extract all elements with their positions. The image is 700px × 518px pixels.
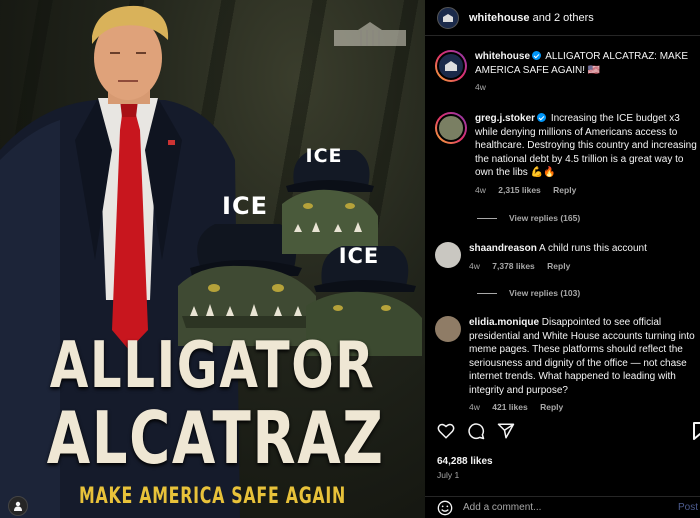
comment-item: greg.j.stoker Increasing the ICE budget …	[435, 112, 697, 195]
white-house-silhouette	[334, 22, 406, 46]
cap-label-2: ICE	[305, 145, 343, 167]
white-house-logo-icon	[443, 13, 453, 22]
comment-item: elidia.monique Disappointed to see offic…	[435, 316, 697, 412]
post-image[interactable]: ICE ICE ICE ALLIGATOR ALCATRAZ MAKE AMER…	[0, 0, 425, 518]
comment-username[interactable]: shaandreason	[469, 243, 537, 254]
poster-tagline: MAKE AMERICA SAFE AGAIN	[78, 484, 347, 509]
save-icon[interactable]	[693, 422, 700, 440]
comment-time[interactable]: 4w	[469, 261, 480, 271]
view-replies-label: View replies (103)	[509, 288, 581, 298]
verified-badge-icon	[537, 113, 547, 122]
view-replies-button[interactable]: View replies (165)	[477, 213, 580, 223]
post-side-panel: whitehouse and 2 others whitehouse ALLIG…	[425, 0, 700, 518]
caption-username[interactable]: whitehouse	[475, 51, 530, 62]
poster-headline-line2: ALCATRAZ	[46, 396, 385, 480]
avatar[interactable]	[435, 316, 461, 342]
divider	[477, 217, 497, 219]
comment-time[interactable]: 4w	[469, 402, 480, 412]
caption-time[interactable]: 4w	[475, 82, 486, 92]
avatar[interactable]	[435, 112, 467, 144]
user-tag-button[interactable]	[8, 496, 28, 516]
comment-text: Disappointed to see official presidentia…	[469, 317, 695, 396]
comment-time[interactable]: 4w	[475, 185, 486, 195]
comment-likes[interactable]: 2,315 likes	[498, 185, 541, 195]
add-comment-input[interactable]: Add a comment...	[463, 502, 541, 513]
comment-username[interactable]: elidia.monique	[469, 317, 539, 328]
comment-likes[interactable]: 421 likes	[492, 402, 527, 412]
reply-button[interactable]: Reply	[540, 402, 563, 412]
comment-username[interactable]: greg.j.stoker	[475, 113, 535, 124]
comment-item: shaandreason A child runs this account 4…	[435, 242, 697, 271]
avatar[interactable]	[435, 50, 467, 82]
comment-likes[interactable]: 7,378 likes	[492, 261, 535, 271]
post-date[interactable]: July 1	[437, 470, 459, 480]
white-house-logo-icon	[445, 61, 457, 71]
user-tag-icon	[14, 501, 22, 511]
verified-badge-icon	[532, 51, 542, 60]
comment-icon[interactable]	[467, 422, 485, 440]
comment-composer: Add a comment... Post	[425, 496, 700, 518]
comment-text: A child runs this account	[539, 243, 647, 254]
post-caption: whitehouse ALLIGATOR ALCATRAZ: MAKE AMER…	[435, 50, 697, 92]
coauthors-link[interactable]: and 2 others	[533, 12, 594, 24]
cap-label-1: ICE	[222, 192, 268, 220]
view-replies-label: View replies (165)	[509, 213, 581, 223]
share-icon[interactable]	[497, 422, 515, 440]
post-comment-button[interactable]: Post	[678, 502, 698, 513]
post-authors[interactable]: whitehouse and 2 others	[469, 12, 594, 24]
reply-button[interactable]: Reply	[547, 261, 570, 271]
view-replies-button[interactable]: View replies (103)	[477, 288, 580, 298]
avatar[interactable]	[435, 242, 461, 268]
emoji-icon[interactable]	[437, 500, 453, 516]
post-actions	[437, 422, 700, 444]
cap-label-3: ICE	[338, 244, 380, 268]
post-likes-count[interactable]: 64,288 likes	[437, 456, 493, 467]
divider	[477, 292, 497, 294]
avatar[interactable]	[437, 6, 459, 29]
post-header: whitehouse and 2 others	[425, 0, 700, 36]
author-username[interactable]: whitehouse	[469, 12, 530, 24]
reply-button[interactable]: Reply	[553, 185, 576, 195]
heart-icon[interactable]	[437, 422, 455, 440]
poster-headline-line1: ALLIGATOR	[49, 329, 376, 403]
